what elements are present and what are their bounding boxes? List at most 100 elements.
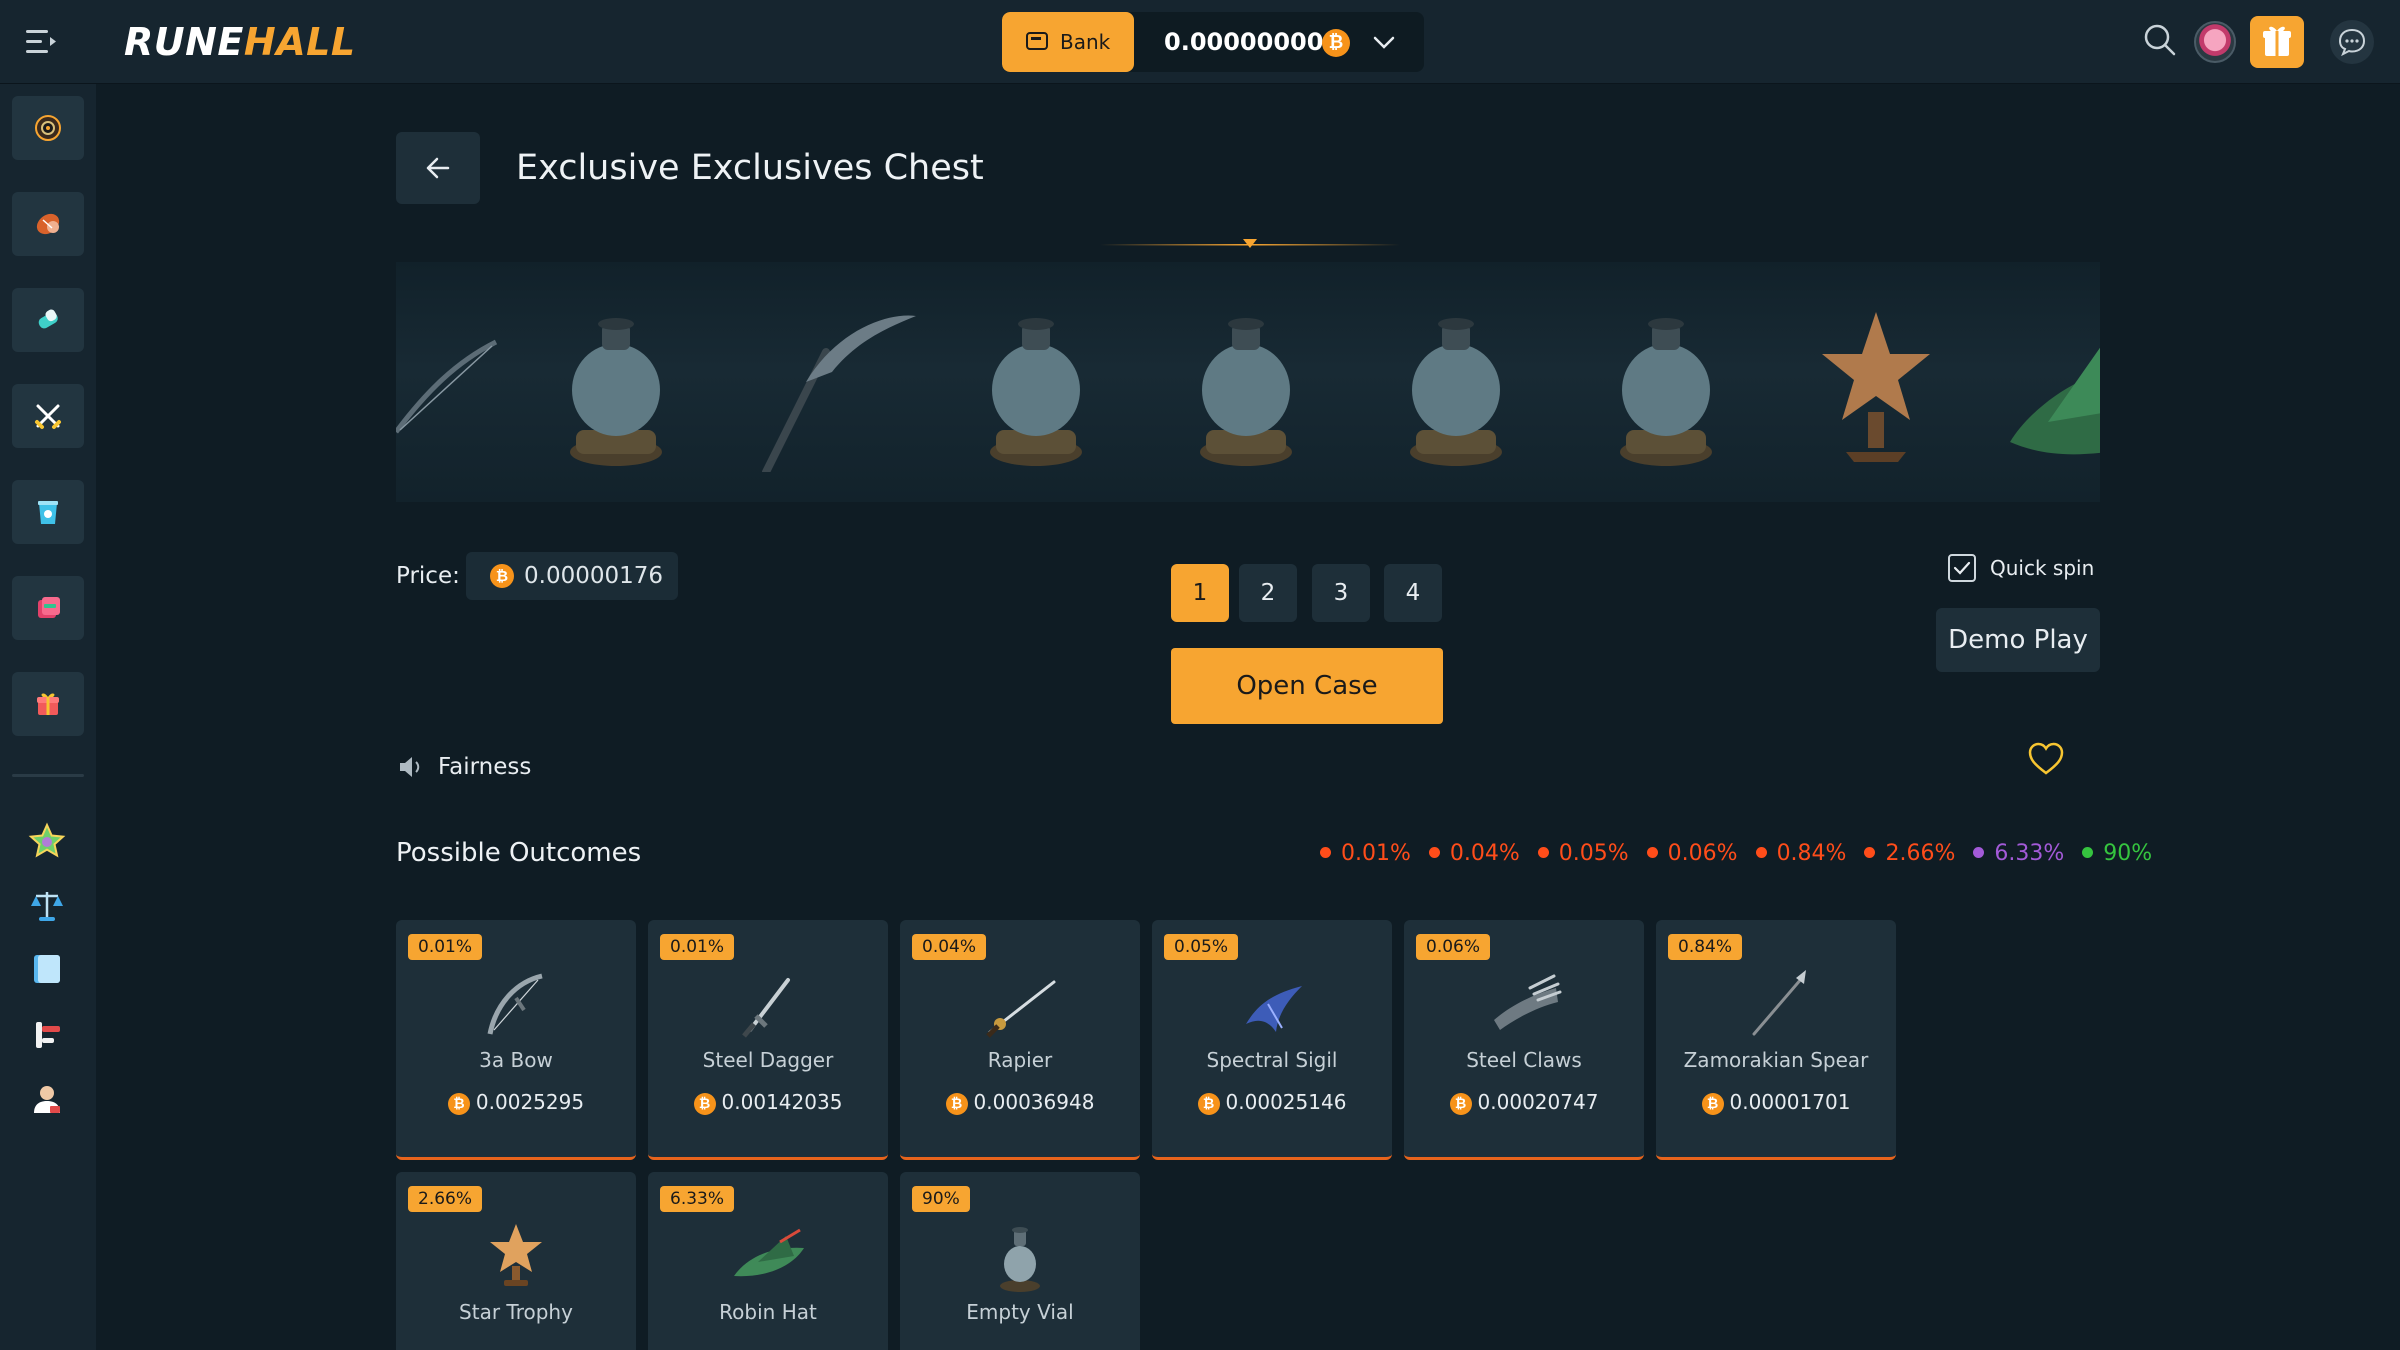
- legend-label: 0.01%: [1341, 841, 1411, 866]
- balance-value: 0.00000000: [1164, 28, 1324, 56]
- sidebar-item-rewards[interactable]: [12, 672, 84, 736]
- outcome-card[interactable]: 2.66% Star Trophy: [396, 1172, 636, 1350]
- reel-item-vial: [1410, 318, 1502, 466]
- claws-icon: [1494, 974, 1562, 1030]
- outcome-card[interactable]: 0.06% Steel Claws ₿ 0.00020747: [1404, 920, 1644, 1160]
- quantity-option-4[interactable]: 4: [1384, 564, 1442, 622]
- outcome-card[interactable]: 6.33% Robin Hat: [648, 1172, 888, 1350]
- chance-badge: 0.01%: [408, 934, 483, 960]
- menu-toggle-icon[interactable]: [26, 26, 60, 58]
- legend-label: 0.05%: [1558, 841, 1629, 866]
- open-case-button[interactable]: Open Case: [1171, 648, 1443, 724]
- chat-button[interactable]: [2330, 20, 2374, 64]
- sidebar-item-cases[interactable]: [12, 480, 84, 544]
- item-price: ₿ 0.00142035: [648, 1090, 888, 1115]
- sidebar-item-duels[interactable]: [12, 384, 84, 448]
- bitcoin-icon: ₿: [945, 1093, 968, 1115]
- sigil-icon: [1246, 986, 1302, 1032]
- quick-spin-label[interactable]: Quick spin: [1990, 552, 2094, 584]
- legend-dot: [1428, 847, 1440, 858]
- brand-logo[interactable]: RUNEHALL: [124, 16, 356, 68]
- legend-dot: [1864, 847, 1876, 858]
- top-bar: RUNEHALL Bank 0.00000000 ₿: [0, 0, 2400, 84]
- tools-icon[interactable]: [28, 1016, 66, 1054]
- legend-item: 0.06%: [1646, 838, 1738, 870]
- outcome-card[interactable]: 0.84% Zamorakian Spear ₿ 0.00001701: [1656, 920, 1896, 1160]
- outcome-card[interactable]: 90% Empty Vial: [900, 1172, 1140, 1350]
- search-icon[interactable]: [2142, 22, 2178, 58]
- item-name: Empty Vial: [966, 1300, 1074, 1324]
- outcome-card[interactable]: 0.04% Rapier ₿ 0.00036948: [900, 920, 1140, 1160]
- legend-dot: [2082, 847, 2094, 858]
- quantity-option-1[interactable]: 1: [1171, 564, 1229, 622]
- legend-label: 0.84%: [1776, 841, 1847, 866]
- notes-icon[interactable]: [28, 950, 66, 988]
- vial-icon: [1000, 1227, 1040, 1292]
- legend-item: 2.66%: [1864, 838, 1955, 870]
- fairness-link[interactable]: Fairness: [438, 750, 531, 784]
- reel-item-scythe: [762, 315, 916, 472]
- legend-item: 0.05%: [1537, 838, 1629, 870]
- chance-badge: 2.66%: [408, 1186, 483, 1212]
- sidebar-item-blackjack[interactable]: [12, 576, 84, 640]
- bank-button[interactable]: Bank: [1002, 12, 1134, 72]
- sidebar-item-sports[interactable]: [12, 192, 84, 256]
- bitcoin-icon: ₿: [1197, 1093, 1220, 1115]
- vip-star-icon[interactable]: [28, 822, 66, 860]
- item-name: Zamorakian Spear: [1683, 1048, 1869, 1072]
- chance-badge: 0.05%: [1164, 934, 1239, 960]
- bitcoin-icon: ₿: [1322, 29, 1350, 57]
- sidebar-item-dice[interactable]: [12, 288, 84, 352]
- back-button[interactable]: [396, 132, 480, 204]
- avatar[interactable]: [2194, 21, 2236, 63]
- quantity-option-3[interactable]: 3: [1312, 564, 1370, 622]
- price-label: Price:: [396, 563, 460, 589]
- bitcoin-icon: ₿: [447, 1093, 470, 1115]
- sports-ball-icon: [36, 213, 60, 235]
- outcome-card[interactable]: 0.01% Steel Dagger ₿ 0.00142035: [648, 920, 888, 1160]
- demo-play-button[interactable]: Demo Play: [1936, 608, 2100, 672]
- fairness-scale-icon[interactable]: [28, 886, 66, 924]
- item-name: Steel Dagger: [702, 1048, 834, 1072]
- item-name: Spectral Sigil: [1206, 1048, 1338, 1072]
- speaker-icon[interactable]: [396, 752, 426, 782]
- chance-badge: 0.84%: [1668, 934, 1743, 960]
- item-price: ₿ 0.00036948: [900, 1090, 1140, 1115]
- rewards-button[interactable]: [2250, 16, 2304, 68]
- dagger-icon: [742, 978, 790, 1038]
- reel-item-vial: [1620, 318, 1712, 466]
- bitcoin-icon: ₿: [693, 1093, 716, 1115]
- reel-item-trophy: [1822, 312, 1930, 462]
- bitcoin-icon: ₿: [490, 564, 514, 588]
- quick-spin-checkbox[interactable]: [1948, 554, 1976, 582]
- bitcoin-icon: ₿: [1701, 1093, 1724, 1115]
- sidebar-item-roulette[interactable]: [12, 96, 84, 160]
- chevron-down-icon[interactable]: [1370, 28, 1398, 56]
- heart-icon[interactable]: [2028, 742, 2064, 776]
- item-name: Steel Claws: [1466, 1048, 1582, 1072]
- item-price-value: 0.00036948: [973, 1090, 1095, 1114]
- legend-label: 6.33%: [1994, 841, 2065, 866]
- outcome-card[interactable]: 0.01% 3a Bow ₿ 0.0025295: [396, 920, 636, 1160]
- support-agent-icon[interactable]: [28, 1080, 66, 1118]
- legend-dot: [1320, 847, 1331, 858]
- quantity-option-2[interactable]: 2: [1239, 564, 1297, 622]
- price-display: ₿ 0.00000176: [466, 552, 678, 600]
- arrow-left-icon: [426, 157, 450, 179]
- legend-item: 0.84%: [1755, 838, 1847, 870]
- page-title: Exclusive Exclusives Chest: [516, 148, 984, 188]
- item-price: ₿ 0.00025146: [1152, 1090, 1392, 1115]
- reel-item-hat: [2010, 347, 2100, 455]
- gift-icon: [37, 693, 59, 715]
- outcome-card[interactable]: 0.05% Spectral Sigil ₿ 0.00025146: [1152, 920, 1392, 1160]
- reel-item-bow: [396, 339, 498, 434]
- legend-item: 0.01%: [1320, 838, 1411, 870]
- legend-label: 0.04%: [1449, 841, 1520, 866]
- reel-item-vial: [990, 318, 1082, 466]
- legend-dot: [1537, 847, 1549, 858]
- chance-badge: 0.06%: [1416, 934, 1491, 960]
- rarity-legend: 0.01% 0.04% 0.05% 0.06% 0.84% 2.66% 6.33% 90%: [1320, 838, 2170, 870]
- legend-label: 0.06%: [1667, 841, 1738, 866]
- legend-item: 6.33%: [1973, 838, 2064, 870]
- item-price-value: 0.00142035: [721, 1090, 843, 1114]
